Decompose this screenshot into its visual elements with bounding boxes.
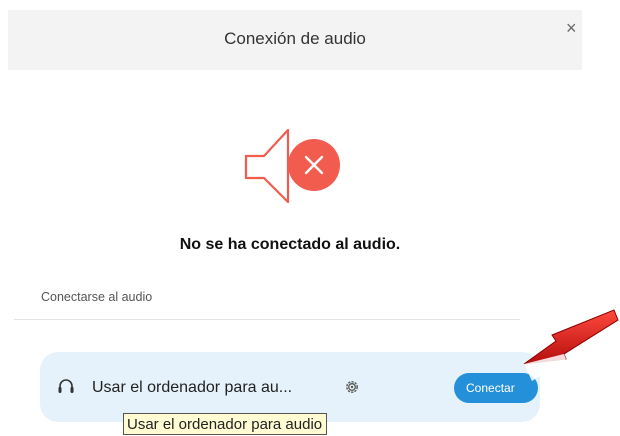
gear-icon[interactable] — [343, 378, 361, 396]
dialog-title: Conexión de audio — [224, 29, 366, 48]
headset-icon — [58, 379, 74, 393]
close-button[interactable]: × — [566, 19, 577, 37]
connection-status-text: No se ha conectado al audio. — [179, 236, 401, 253]
speaker-muted-icon — [244, 128, 340, 204]
option-tooltip: Usar el ordenador para audio — [123, 413, 328, 435]
annotation-arrow-icon — [523, 309, 619, 381]
section-label: Conectarse al audio — [41, 290, 153, 304]
audio-connection-dialog: Conexión de audio × No se ha conectado a… — [0, 0, 620, 436]
divider — [14, 319, 520, 320]
audio-option-label: Usar el ordenador para au... — [92, 379, 293, 396]
dialog-header: Conexión de audio — [8, 10, 582, 70]
computer-audio-option[interactable]: Usar el ordenador para au... Conectar — [40, 352, 540, 422]
